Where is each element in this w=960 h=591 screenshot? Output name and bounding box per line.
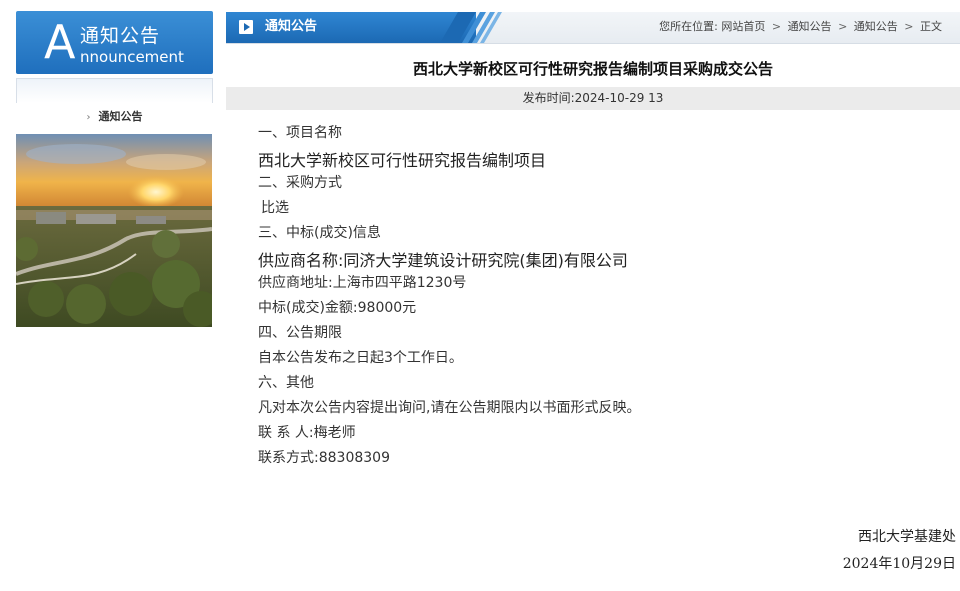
banner-title-en: nnouncement [80,48,184,66]
signature-date: 2024年10月29日 [842,556,956,572]
sidebar-menu-header [16,78,213,103]
section-title: 通知公告 [265,19,318,34]
breadcrumb: 您所在位置: 网站首页 > 通知公告 > 通知公告 > 正文 [659,20,942,34]
procurement-method: 比选 [261,200,289,216]
contact-person: 联 系 人:梅老师 [258,425,356,441]
breadcrumb-home[interactable]: 网站首页 [721,20,765,33]
notice-period: 自本公告发布之日起3个工作日。 [258,350,463,366]
section-heading: 四、公告期限 [258,325,342,341]
play-icon [239,20,253,34]
bid-amount: 中标(成交)金额:98000元 [258,300,417,316]
section-heading: 二、采购方式 [258,175,342,191]
breadcrumb-separator: > [771,20,782,33]
signature-org: 西北大学基建处 [858,529,956,545]
breadcrumb-notices-sub[interactable]: 通知公告 [854,20,898,33]
section-heading: 三、中标(成交)信息 [258,225,381,241]
inquiry-note: 凡对本次公告内容提出询问,请在公告期限内以书面形式反映。 [258,400,641,416]
banner-letter: A [44,15,76,69]
decorative-stripes [440,12,502,43]
signature-block: 西北大学基建处 2024年10月29日 [843,524,956,578]
sidebar-item-notices[interactable]: › 通知公告 [16,108,213,126]
breadcrumb-prefix: 您所在位置: [659,20,718,33]
supplier-address: 供应商地址:上海市四平路1230号 [258,275,467,291]
breadcrumb-current: 正文 [920,20,942,33]
section-header-bar: 通知公告 您所在位置: 网站首页 > 通知公告 > 通知公告 > 正文 [226,12,960,44]
breadcrumb-separator: > [838,20,848,33]
sidebar-item-label: 通知公告 [98,110,143,123]
publish-time: 发布时间:2024-10-29 13 [226,87,960,110]
banner-title-cn: 通知公告 [80,25,161,47]
project-name: 西北大学新校区可行性研究报告编制项目 [258,151,547,170]
chevron-right-icon: › [86,112,91,123]
article-body: 一、项目名称 西北大学新校区可行性研究报告编制项目 二、采购方式 比选 三、中标… [258,122,938,472]
section-heading: 一、项目名称 [258,125,342,141]
announcement-banner: A 通知公告 nnouncement [16,11,213,74]
breadcrumb-notices[interactable]: 通知公告 [788,20,832,33]
campus-photo [16,134,212,327]
article-title: 西北大学新校区可行性研究报告编制项目采购成交公告 [412,60,773,78]
supplier-name: 供应商名称:同济大学建筑设计研究院(集团)有限公司 [258,251,628,270]
contact-phone: 联系方式:88308309 [258,450,390,466]
breadcrumb-separator: > [904,20,914,33]
section-heading: 六、其他 [258,375,314,391]
